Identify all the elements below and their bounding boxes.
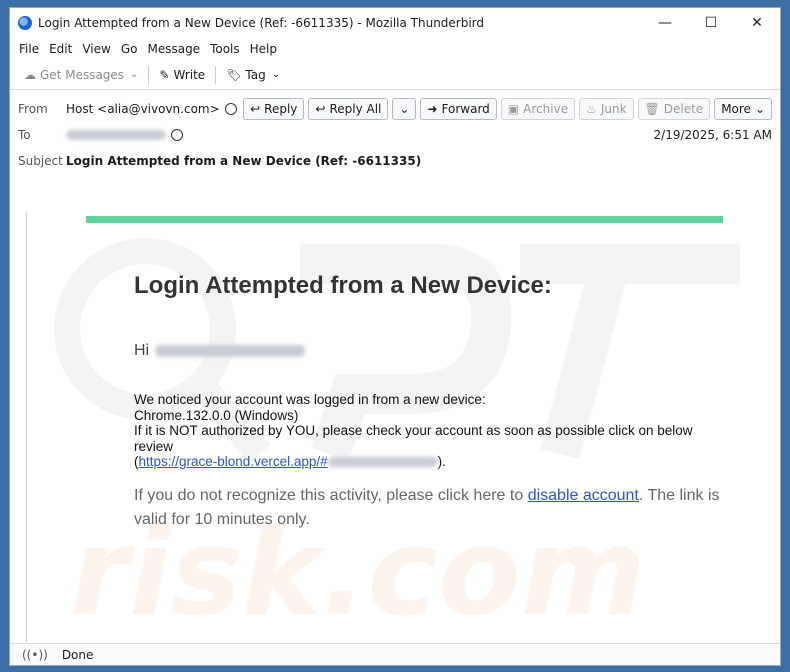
subject-value: Login Attempted from a New Device (Ref: …	[66, 154, 422, 168]
reply-all-icon: ↩	[315, 102, 326, 116]
forward-label: Forward	[441, 102, 490, 116]
message-date: 2/19/2025, 6:51 AM	[653, 128, 772, 142]
delete-button[interactable]: 🗑 Delete	[637, 98, 711, 120]
trash-icon: 🗑	[644, 102, 660, 116]
thunderbird-window: Login Attempted from a New Device (Ref: …	[9, 7, 781, 666]
status-text: Done	[61, 647, 94, 662]
forward-button[interactable]: ➜ Forward	[420, 98, 497, 120]
write-label: Write	[173, 67, 206, 82]
connection-icon: ((•))	[22, 647, 48, 662]
maximize-button[interactable]: ☐	[688, 8, 734, 38]
delete-label: Delete	[663, 102, 704, 116]
email-paragraph-2: If you do not recognize this activity, p…	[134, 484, 734, 532]
link-suffix: ).	[437, 454, 446, 469]
thunderbird-icon	[18, 16, 32, 30]
status-bar: ((•)) Done	[10, 643, 780, 665]
main-toolbar: ☁ Get Messages ⌄ ✎ Write 🏷 Tag ⌄	[10, 60, 780, 90]
menu-message[interactable]: Message	[142, 42, 205, 56]
minimize-button[interactable]: —	[642, 8, 688, 38]
phishing-link[interactable]: https://grace-blond.vercel.app/#	[139, 454, 328, 469]
get-messages-label: Get Messages	[40, 67, 125, 82]
menu-edit[interactable]: Edit	[44, 42, 77, 56]
tag-icon: 🏷	[226, 67, 242, 82]
reply-label: Reply	[264, 102, 298, 116]
tag-button[interactable]: 🏷 Tag ⌄	[220, 65, 286, 85]
pencil-icon: ✎	[159, 67, 170, 82]
chevron-down-icon: ⌄	[130, 69, 139, 80]
email-paragraph: We noticed your account was logged in fr…	[134, 392, 734, 470]
to-value-redacted	[66, 130, 166, 140]
forward-icon: ➜	[427, 102, 438, 116]
greeting-text: Hi	[134, 342, 150, 359]
reply-button[interactable]: ↩ Reply	[243, 98, 305, 120]
more-label: More	[721, 102, 751, 116]
subject-label: Subject	[18, 154, 63, 168]
para2-text-before: If you do not recognize this activity, p…	[134, 487, 528, 504]
contact-icon[interactable]	[224, 103, 237, 115]
close-button[interactable]: ✕	[734, 8, 780, 38]
menu-go[interactable]: Go	[116, 42, 143, 56]
reply-all-button[interactable]: ↩ Reply All	[308, 98, 389, 120]
toolbar-separator	[215, 65, 217, 84]
chevron-down-icon: ⌄	[399, 102, 410, 116]
menu-help[interactable]: Help	[245, 42, 282, 56]
email-accent-bar	[86, 216, 723, 223]
disable-account-link[interactable]: disable account	[528, 487, 639, 504]
chevron-down-icon: ⌄	[754, 102, 765, 116]
menu-bar: File Edit View Go Message Tools Help	[10, 38, 780, 60]
email-line-2: Chrome.132.0.0 (Windows)	[134, 407, 299, 423]
message-body: risk.com Login Attempted from a New Devi…	[10, 174, 780, 646]
junk-label: Junk	[600, 102, 627, 116]
cloud-download-icon: ☁	[24, 67, 36, 82]
body-left-rule	[26, 212, 27, 642]
archive-label: Archive	[523, 102, 569, 116]
from-label: From	[18, 102, 48, 116]
recipient-redacted	[155, 345, 306, 357]
menu-view[interactable]: View	[77, 42, 115, 56]
archive-icon: ▣	[507, 102, 520, 116]
tag-label: Tag	[245, 67, 266, 82]
reply-dropdown-button[interactable]: ⌄	[392, 98, 417, 120]
menu-file[interactable]: File	[14, 42, 44, 56]
email-greeting: Hi	[134, 342, 306, 360]
contact-icon[interactable]	[171, 129, 183, 141]
email-line-1: We noticed your account was logged in fr…	[134, 392, 486, 407]
more-button[interactable]: More ⌄	[714, 98, 772, 120]
get-messages-button[interactable]: ☁ Get Messages ⌄	[18, 65, 144, 85]
title-bar: Login Attempted from a New Device (Ref: …	[10, 8, 780, 38]
to-label: To	[18, 128, 31, 142]
junk-flame-icon: ♨	[586, 102, 597, 116]
email-link-line: (https://grace-blond.vercel.app/#).	[134, 454, 734, 470]
write-button[interactable]: ✎ Write	[153, 65, 211, 85]
link-redacted	[327, 457, 438, 468]
email-line-3: If it is NOT authorized by YOU, please c…	[134, 423, 693, 454]
window-title: Login Attempted from a New Device (Ref: …	[38, 16, 485, 30]
from-value[interactable]: Host <alia@vivovn.com>	[66, 102, 220, 116]
menu-tools[interactable]: Tools	[205, 42, 245, 56]
reply-all-label: Reply All	[329, 102, 382, 116]
email-heading: Login Attempted from a New Device:	[134, 272, 552, 299]
toolbar-separator	[148, 65, 150, 84]
archive-button[interactable]: ▣ Archive	[500, 98, 576, 120]
chevron-down-icon: ⌄	[271, 69, 281, 80]
junk-button[interactable]: ♨ Junk	[579, 98, 634, 120]
reply-icon: ↩	[250, 102, 261, 116]
